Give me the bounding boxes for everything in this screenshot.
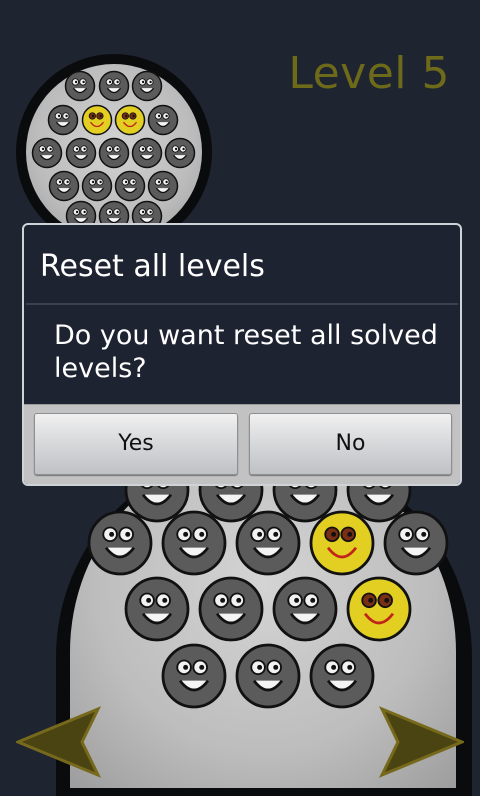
level-title: Level 5 <box>288 48 450 99</box>
dialog-button-bar: Yes No <box>24 404 460 484</box>
dialog-title: Reset all levels <box>40 249 265 284</box>
next-level-arrow-icon[interactable] <box>378 705 464 779</box>
previous-level-arrow-icon[interactable] <box>16 705 102 779</box>
dialog-message: Do you want reset all solved levels? <box>54 320 438 384</box>
level-preview-board[interactable] <box>16 54 212 250</box>
no-button[interactable]: No <box>249 413 452 475</box>
level-preview-board-surface <box>26 64 202 240</box>
yes-button[interactable]: Yes <box>34 413 238 475</box>
reset-levels-dialog: Reset all levels Do you want reset all s… <box>22 223 462 486</box>
